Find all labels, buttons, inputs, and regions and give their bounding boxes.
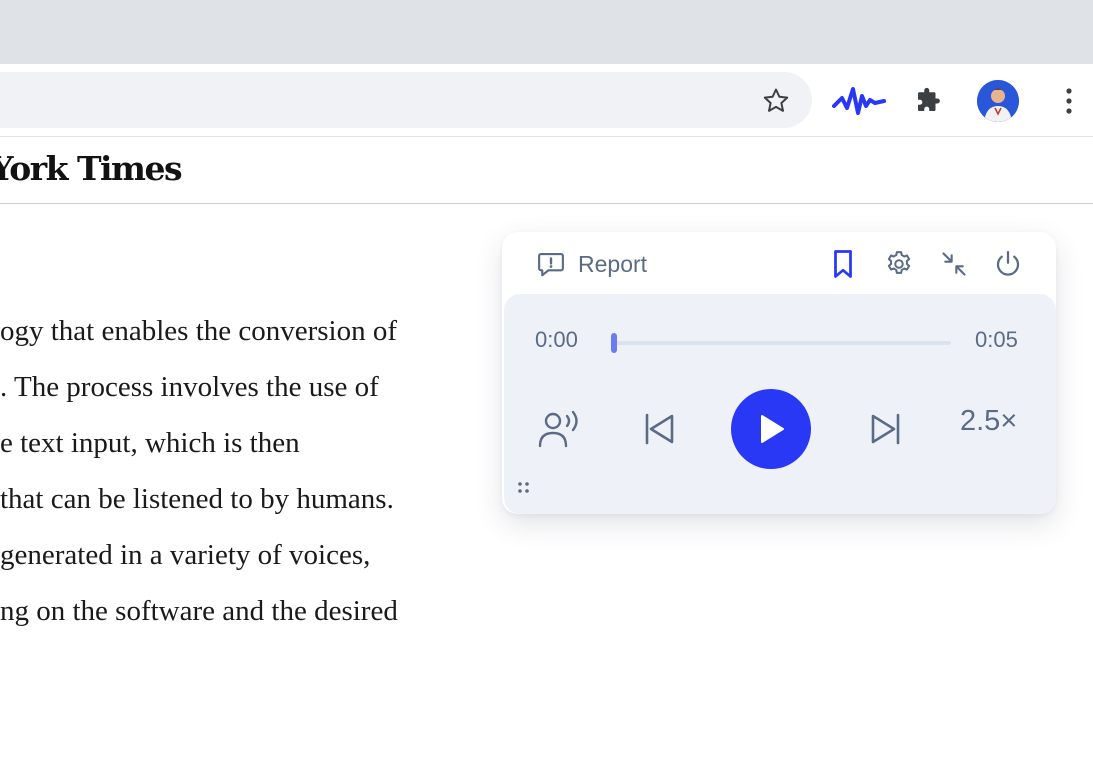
report-speech-bubble-icon bbox=[538, 252, 564, 277]
minimize-button[interactable] bbox=[936, 246, 972, 282]
puzzle-icon bbox=[918, 87, 940, 111]
gear-icon bbox=[887, 251, 911, 274]
duration-time: 0:05 bbox=[975, 327, 1018, 352]
bookmark-icon bbox=[834, 250, 852, 278]
tts-player-widget: Report 0:00 0:05 2.5× bbox=[502, 232, 1056, 514]
player-controls-panel: 0:00 0:05 2.5× bbox=[504, 294, 1056, 514]
bookmark-star-button[interactable] bbox=[756, 81, 796, 121]
voice-speaker-icon bbox=[538, 410, 578, 448]
playback-speed-button[interactable]: 2.5× bbox=[960, 405, 1017, 438]
progress-slider[interactable] bbox=[611, 333, 951, 353]
article-line: ng on the software and the desired bbox=[0, 595, 398, 627]
play-button[interactable] bbox=[731, 389, 811, 469]
report-label: Report bbox=[578, 250, 648, 277]
voice-select-button[interactable] bbox=[534, 407, 584, 451]
profile-avatar[interactable] bbox=[977, 80, 1019, 122]
power-button[interactable] bbox=[990, 246, 1026, 282]
drag-dots-icon bbox=[518, 482, 529, 493]
extensions-button[interactable] bbox=[908, 82, 948, 120]
settings-button[interactable] bbox=[881, 246, 917, 282]
article-line: . The process involves the use of bbox=[0, 371, 379, 403]
current-time: 0:00 bbox=[535, 327, 578, 352]
browser-toolbar bbox=[0, 64, 1093, 137]
power-icon bbox=[996, 251, 1020, 276]
article-line: generated in a variety of voices, bbox=[0, 539, 371, 571]
article-line: that can be listened to by humans. bbox=[0, 483, 394, 515]
play-icon bbox=[761, 415, 784, 443]
drag-handle[interactable] bbox=[516, 480, 532, 496]
skip-back-button[interactable] bbox=[637, 407, 681, 451]
article-line: ogy that enables the conversion of bbox=[0, 315, 398, 347]
report-button[interactable]: Report bbox=[536, 246, 647, 282]
speechify-extension-button[interactable] bbox=[830, 82, 888, 120]
skip-forward-button[interactable] bbox=[864, 407, 908, 451]
skip-previous-icon bbox=[645, 413, 674, 445]
site-masthead-logo[interactable]: York Times bbox=[0, 149, 183, 188]
bookmark-button[interactable] bbox=[825, 246, 861, 282]
avatar-image bbox=[977, 80, 1019, 122]
address-bar[interactable] bbox=[0, 72, 812, 128]
browser-menu-button[interactable] bbox=[1054, 82, 1084, 120]
site-header: York Times bbox=[0, 137, 1093, 204]
speechify-icon bbox=[832, 87, 886, 115]
article-line: e text input, which is then bbox=[0, 427, 300, 459]
progress-thumb[interactable] bbox=[611, 333, 617, 353]
player-header: Report bbox=[502, 232, 1056, 294]
browser-tab-strip bbox=[0, 0, 1093, 64]
star-icon bbox=[763, 88, 789, 112]
kebab-menu-icon bbox=[1066, 88, 1072, 114]
skip-next-icon bbox=[871, 413, 900, 445]
screen: York Times ogy that enables the conversi… bbox=[0, 0, 1093, 774]
collapse-arrows-icon bbox=[942, 252, 966, 276]
